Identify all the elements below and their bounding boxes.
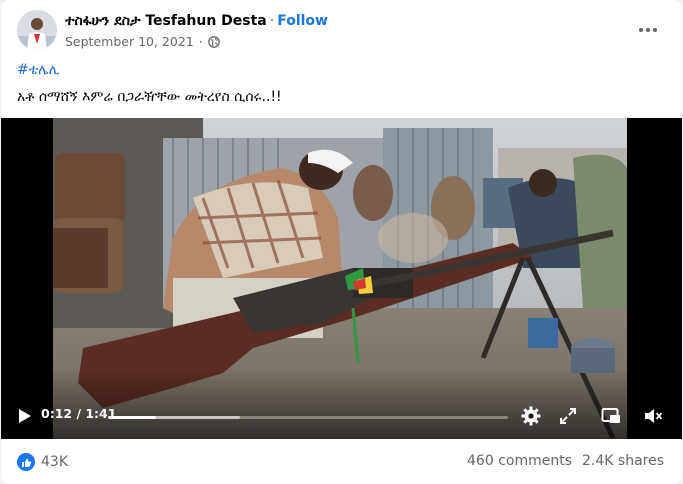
play-icon[interactable] [13, 405, 35, 427]
meta-dot: · [198, 34, 203, 49]
post-card: ተስፋሁን ደስታ Tesfahun Desta · Follow Septembe… [1, 0, 682, 484]
more-options-icon[interactable] [634, 18, 662, 42]
author-name[interactable]: ተስፋሁን ደስታ Tesfahun Desta [65, 13, 267, 29]
hashtag-link[interactable]: #ቴሌሊ [17, 62, 59, 78]
like-reaction-icon [17, 453, 35, 471]
avatar[interactable] [17, 10, 57, 50]
post-header: ተስፋሁን ደስታ Tesfahun Desta · Follow Septembe… [17, 10, 670, 54]
video-controls: 0:12 / 1:41 [1, 395, 682, 439]
globe-icon [207, 35, 220, 48]
volume-muted-icon[interactable] [642, 405, 664, 427]
progress-bar[interactable] [108, 416, 508, 419]
post-date[interactable]: September 10, 2021 [65, 34, 194, 49]
video-time: 0:12 / 1:41 [41, 406, 117, 421]
shares-count[interactable]: 2.4K shares [582, 453, 664, 469]
separator-dot: · [269, 13, 275, 29]
picture-in-picture-icon[interactable] [600, 405, 622, 427]
author-line: ተስፋሁን ደስታ Tesfahun Desta · Follow [65, 13, 328, 29]
comments-count[interactable]: 460 comments [467, 453, 572, 469]
post-meta: September 10, 2021 · [65, 34, 220, 49]
settings-gear-icon[interactable] [520, 405, 542, 427]
reactions-summary[interactable]: 43K [17, 453, 68, 471]
fullscreen-icon[interactable] [557, 405, 579, 427]
post-caption: አቶ ሰማሸኝ እምሬ በጋራዥቸው መትረየስ ሲሰሩ..!! [17, 89, 282, 105]
engagement-stats: 460 comments 2.4K shares [467, 453, 664, 469]
video-player[interactable] [1, 118, 682, 439]
reaction-count: 43K [41, 454, 68, 470]
post-footer: 43K 460 comments 2.4K shares [1, 439, 682, 484]
progress-fill [108, 416, 156, 419]
follow-button[interactable]: Follow [277, 13, 328, 29]
